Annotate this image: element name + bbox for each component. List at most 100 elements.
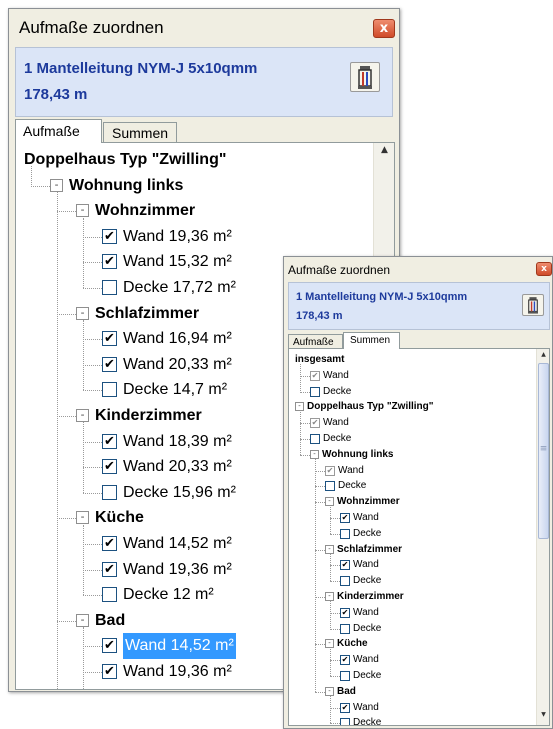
tree-leaf-wand[interactable]: ✔ Wand: [289, 415, 534, 431]
cable-spool-button[interactable]: [350, 62, 380, 92]
checkbox-checked[interactable]: ✔: [340, 607, 350, 618]
tree-node-wohnzimmer[interactable]: - Wohnzimmer: [289, 494, 534, 510]
checkbox-checked[interactable]: ✔: [310, 370, 320, 381]
tree-node-schlafzimmer[interactable]: - Schlafzimmer: [289, 542, 534, 558]
tree-label: Wand: [353, 701, 379, 713]
checkbox-unchecked[interactable]: [340, 576, 350, 587]
tree-node-kinderzimmer[interactable]: - Kinderzimmer: [289, 589, 534, 605]
collapse-icon[interactable]: -: [76, 613, 89, 627]
tree-label: Decke: [353, 527, 382, 539]
tree-connector: [82, 390, 102, 392]
tab-aufmasse[interactable]: Aufmaße: [15, 119, 102, 143]
checkbox-unchecked[interactable]: [102, 280, 117, 295]
tree-guide-line: [57, 191, 58, 689]
title-bar[interactable]: Aufmaße zuordnen x: [9, 9, 399, 45]
tree-node-wohnung-links[interactable]: - Wohnung links: [289, 447, 534, 463]
collapse-icon[interactable]: -: [76, 204, 89, 218]
checkbox-checked[interactable]: ✔: [340, 513, 350, 523]
tree-node-wohnzimmer[interactable]: - Wohnzimmer: [16, 198, 366, 224]
close-button[interactable]: x: [536, 262, 552, 276]
tree-leaf-wand[interactable]: ✔ Wand: [289, 510, 534, 526]
tree-leaf-wand[interactable]: ✔ Wand: [289, 700, 534, 716]
tree-leaf-wand[interactable]: ✔ Wand: [289, 557, 534, 573]
tree-guide-line: [330, 601, 331, 629]
tree-connector: [314, 549, 325, 551]
tree-leaf-decke[interactable]: Decke: [289, 431, 534, 447]
tree-label: Kinderzimmer: [95, 407, 202, 424]
checkbox-checked[interactable]: ✔: [102, 228, 117, 244]
tree-label: Wand: [323, 417, 349, 429]
tree-leaf-decke[interactable]: Decke: [289, 668, 534, 684]
collapse-icon[interactable]: -: [310, 449, 319, 459]
collapse-icon[interactable]: -: [325, 497, 334, 507]
tree-leaf-wand[interactable]: ✔ Wand: [289, 605, 534, 621]
tree-node-doppelhaus-typ-zwilling[interactable]: - Doppelhaus Typ "Zwilling": [289, 399, 534, 415]
checkbox-checked[interactable]: ✔: [102, 664, 117, 679]
collapse-icon[interactable]: -: [325, 639, 334, 649]
tree-node-bad[interactable]: - Bad: [289, 684, 534, 700]
checkbox-unchecked[interactable]: [102, 587, 117, 603]
checkbox-checked[interactable]: ✔: [340, 702, 350, 713]
collapse-icon[interactable]: -: [50, 178, 63, 192]
tree-leaf-decke[interactable]: Decke: [289, 573, 534, 589]
tree-leaf-wand[interactable]: ✔ Wand: [289, 368, 534, 384]
checkbox-checked[interactable]: ✔: [102, 536, 117, 551]
checkbox-unchecked[interactable]: [102, 382, 117, 398]
tree-node-doppelhaus-typ-zwilling[interactable]: Doppelhaus Typ "Zwilling": [16, 147, 366, 173]
tree-connector: [82, 364, 102, 366]
collapse-icon[interactable]: -: [76, 409, 89, 422]
tree-leaf-decke[interactable]: Decke: [289, 621, 534, 637]
checkbox-checked[interactable]: ✔: [340, 655, 350, 666]
collapse-icon[interactable]: -: [76, 306, 89, 320]
tree-label: Schlafzimmer: [95, 304, 200, 322]
tree-leaf-wand[interactable]: ✔ Wand: [289, 652, 534, 668]
tree-node-küche[interactable]: - Küche: [289, 636, 534, 652]
scroll-down-arrow[interactable]: ▼: [537, 711, 549, 718]
tree-node-insgesamt[interactable]: insgesamt: [289, 352, 534, 368]
checkbox-checked[interactable]: ✔: [102, 433, 117, 449]
title-bar[interactable]: Aufmaße zuordnen x: [284, 257, 552, 281]
tree-connector: [299, 423, 310, 425]
tree-node-wohnung-links[interactable]: - Wohnung links: [16, 173, 366, 199]
vertical-scrollbar[interactable]: ▲ ≡ ▼: [536, 349, 549, 725]
checkbox-checked[interactable]: ✔: [102, 638, 117, 654]
collapse-icon[interactable]: -: [295, 402, 304, 412]
checkbox-unchecked[interactable]: [102, 484, 117, 500]
checkbox-checked[interactable]: ✔: [102, 356, 117, 372]
checkbox-checked[interactable]: ✔: [102, 459, 117, 475]
collapse-icon[interactable]: -: [325, 544, 334, 554]
checkbox-checked[interactable]: ✔: [102, 561, 117, 577]
cable-spool-button[interactable]: [522, 294, 544, 316]
scrollbar-thumb[interactable]: ≡: [538, 363, 549, 539]
tree-leaf-decke[interactable]: Decke: [289, 478, 534, 494]
checkbox-unchecked[interactable]: [325, 481, 335, 492]
checkbox-unchecked[interactable]: [340, 718, 350, 725]
tab-strip: Aufmaße Summen: [288, 332, 550, 349]
tab-summen[interactable]: Summen: [103, 122, 177, 143]
tree-leaf-decke[interactable]: Decke: [289, 384, 534, 400]
tree-connector: [82, 339, 102, 341]
scroll-up-arrow[interactable]: ▲: [374, 145, 394, 155]
checkbox-checked[interactable]: ✔: [310, 418, 320, 429]
checkbox-checked[interactable]: ✔: [325, 465, 335, 476]
checkbox-unchecked[interactable]: [310, 434, 320, 444]
checkbox-checked[interactable]: ✔: [340, 560, 350, 571]
tree-leaf-wand-19-36-m[interactable]: ✔ Wand 19,36 m²: [16, 224, 366, 250]
tab-aufmasse[interactable]: Aufmaße: [288, 334, 343, 349]
checkbox-unchecked[interactable]: [340, 528, 350, 539]
checkbox-checked[interactable]: ✔: [102, 254, 117, 270]
grip-icon: ≡: [539, 444, 548, 454]
collapse-icon[interactable]: -: [76, 511, 89, 525]
tree-leaf-decke[interactable]: Decke: [289, 526, 534, 542]
tab-summen[interactable]: Summen: [343, 332, 400, 349]
tree-leaf-decke[interactable]: Decke: [289, 715, 534, 725]
tree-leaf-wand[interactable]: ✔ Wand: [289, 463, 534, 479]
checkbox-checked[interactable]: ✔: [102, 331, 117, 347]
checkbox-unchecked[interactable]: [340, 671, 350, 681]
collapse-icon[interactable]: -: [325, 686, 334, 696]
checkbox-unchecked[interactable]: [340, 623, 350, 634]
checkbox-unchecked[interactable]: [310, 386, 320, 397]
scroll-up-arrow[interactable]: ▲: [537, 351, 549, 358]
close-button[interactable]: x: [373, 19, 395, 38]
collapse-icon[interactable]: -: [325, 592, 334, 601]
